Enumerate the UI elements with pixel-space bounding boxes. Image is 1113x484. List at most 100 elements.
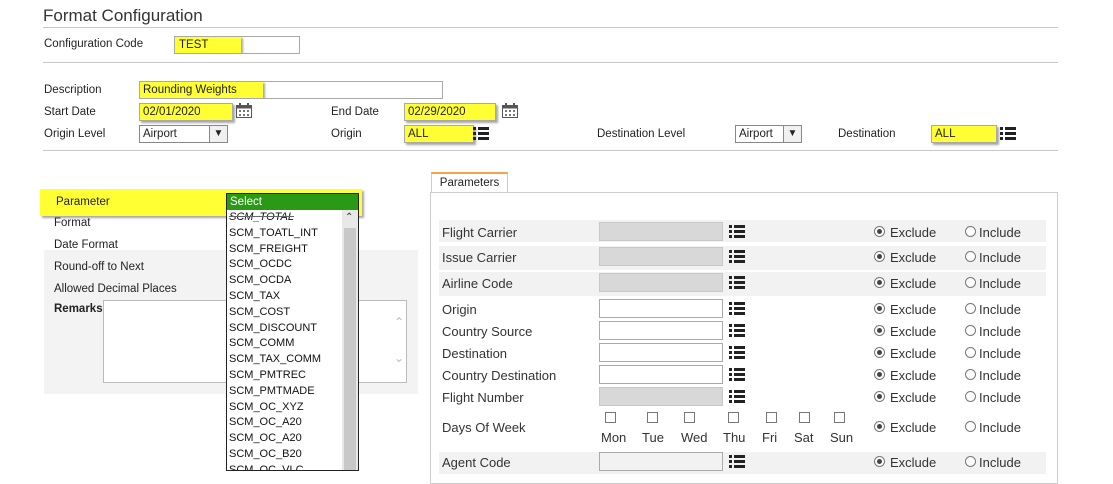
- exclude-radio[interactable]: [874, 303, 885, 314]
- list-icon[interactable]: [729, 368, 745, 382]
- exclude-radio[interactable]: [874, 277, 885, 288]
- parameter-option[interactable]: SCM_OC_A20: [227, 415, 358, 431]
- scroll-down-icon[interactable]: ⌄: [394, 351, 404, 365]
- include-radio[interactable]: [965, 347, 976, 358]
- list-icon[interactable]: [729, 250, 745, 264]
- exclude-radio[interactable]: [874, 456, 885, 467]
- origin-level-select[interactable]: Airport ▼: [139, 125, 228, 143]
- parameter-option[interactable]: SCM_OC_XYZ: [227, 400, 358, 416]
- parameter-option[interactable]: SCM_FREIGHT: [227, 242, 358, 258]
- scrollbar-thumb[interactable]: [344, 228, 356, 470]
- scroll-up-icon[interactable]: ⌃: [345, 212, 353, 223]
- include-label: Include: [979, 390, 1021, 405]
- param-input[interactable]: [599, 247, 723, 266]
- list-icon[interactable]: [729, 455, 745, 469]
- parameter-label: Parameter: [56, 196, 110, 208]
- parameter-option[interactable]: SCM_OC_B20: [227, 447, 358, 463]
- param-row-label: Origin: [442, 302, 477, 317]
- parameter-selected[interactable]: Select: [227, 194, 358, 210]
- param-row-label: Country Source: [442, 324, 533, 339]
- day-checkbox[interactable]: [647, 412, 658, 423]
- parameter-option[interactable]: SCM_PMTMADE: [227, 384, 358, 400]
- list-icon[interactable]: [473, 127, 489, 141]
- day-checkbox[interactable]: [799, 412, 810, 423]
- destination-level-select[interactable]: Airport ▼: [735, 125, 802, 143]
- param-input[interactable]: [599, 452, 723, 471]
- exclude-radio[interactable]: [874, 251, 885, 262]
- list-icon[interactable]: [729, 302, 745, 316]
- list-icon[interactable]: [1000, 127, 1016, 141]
- list-icon[interactable]: [729, 390, 745, 404]
- param-input[interactable]: [599, 343, 723, 362]
- day-label: Sun: [830, 430, 854, 445]
- parameter-option[interactable]: SCM_TAX_COMM: [227, 352, 358, 368]
- include-radio[interactable]: [965, 226, 976, 237]
- end-date-input[interactable]: 02/29/2020: [404, 103, 496, 121]
- calendar-icon[interactable]: [236, 103, 252, 118]
- exclude-radio[interactable]: [874, 226, 885, 237]
- include-radio[interactable]: [965, 421, 976, 432]
- day-checkbox[interactable]: [834, 412, 845, 423]
- destination-input[interactable]: ALL: [931, 125, 997, 143]
- tab-parameters[interactable]: Parameters: [431, 172, 508, 193]
- include-label: Include: [979, 324, 1021, 339]
- config-code-label: Configuration Code: [44, 38, 144, 50]
- origin-input[interactable]: ALL: [404, 125, 474, 143]
- day-checkbox[interactable]: [684, 412, 695, 423]
- include-label: Include: [979, 302, 1021, 317]
- config-code-input[interactable]: TEST: [174, 36, 300, 54]
- description-input[interactable]: Rounding Weights: [139, 81, 443, 99]
- parameter-option[interactable]: SCM_OCDA: [227, 273, 358, 289]
- day-checkbox[interactable]: [605, 412, 616, 423]
- parameter-option[interactable]: SCM_DISCOUNT: [227, 321, 358, 337]
- day-label: Sat: [794, 430, 814, 445]
- include-radio[interactable]: [965, 391, 976, 402]
- scroll-up-icon[interactable]: ⌃: [394, 315, 404, 329]
- exclude-radio[interactable]: [874, 421, 885, 432]
- param-input[interactable]: [599, 365, 723, 384]
- parameter-option[interactable]: SCM_TAX: [227, 289, 358, 305]
- include-radio[interactable]: [965, 303, 976, 314]
- include-radio[interactable]: [965, 251, 976, 262]
- parameter-option[interactable]: SCM_TOATL_INT: [227, 226, 358, 242]
- include-label: Include: [979, 276, 1021, 291]
- parameter-option[interactable]: SCM_COMM: [227, 336, 358, 352]
- param-input[interactable]: [599, 387, 723, 406]
- param-input[interactable]: [599, 321, 723, 340]
- include-radio[interactable]: [965, 456, 976, 467]
- exclude-label: Exclude: [890, 276, 937, 291]
- include-radio[interactable]: [965, 325, 976, 336]
- include-radio[interactable]: [965, 277, 976, 288]
- day-checkbox[interactable]: [728, 412, 739, 423]
- list-icon[interactable]: [729, 276, 745, 290]
- scrollbar[interactable]: ⌃: [342, 210, 358, 470]
- exclude-radio[interactable]: [874, 391, 885, 402]
- parameter-dropdown[interactable]: Select SCM_TOTAL SCM_TOATL_INT SCM_FREIGHT…: [226, 193, 359, 471]
- exclude-label: Exclude: [890, 346, 937, 361]
- param-row-label: Flight Number: [442, 390, 524, 405]
- calendar-icon[interactable]: [502, 103, 518, 118]
- exclude-radio[interactable]: [874, 347, 885, 358]
- param-input[interactable]: [599, 299, 723, 318]
- day-label: Tue: [642, 430, 664, 445]
- list-icon[interactable]: [729, 225, 745, 239]
- day-label: Fri: [762, 430, 778, 445]
- origin-level-label: Origin Level: [44, 128, 106, 140]
- start-date-input[interactable]: 02/01/2020: [139, 103, 233, 121]
- param-row-label: Airline Code: [442, 276, 513, 291]
- parameter-option[interactable]: SCM_TOTAL: [227, 210, 358, 226]
- parameter-option[interactable]: SCM_COST: [227, 305, 358, 321]
- include-label: Include: [979, 455, 1021, 470]
- parameter-option[interactable]: SCM_PMTREC: [227, 368, 358, 384]
- parameter-option[interactable]: SCM_OC_VLC: [227, 463, 358, 470]
- day-checkbox[interactable]: [766, 412, 777, 423]
- include-radio[interactable]: [965, 369, 976, 380]
- param-input[interactable]: [599, 273, 723, 292]
- parameter-option[interactable]: SCM_OCDC: [227, 257, 358, 273]
- exclude-radio[interactable]: [874, 369, 885, 380]
- exclude-radio[interactable]: [874, 325, 885, 336]
- list-icon[interactable]: [729, 346, 745, 360]
- parameter-option[interactable]: SCM_OC_A20: [227, 431, 358, 447]
- param-input[interactable]: [599, 222, 723, 241]
- list-icon[interactable]: [729, 324, 745, 338]
